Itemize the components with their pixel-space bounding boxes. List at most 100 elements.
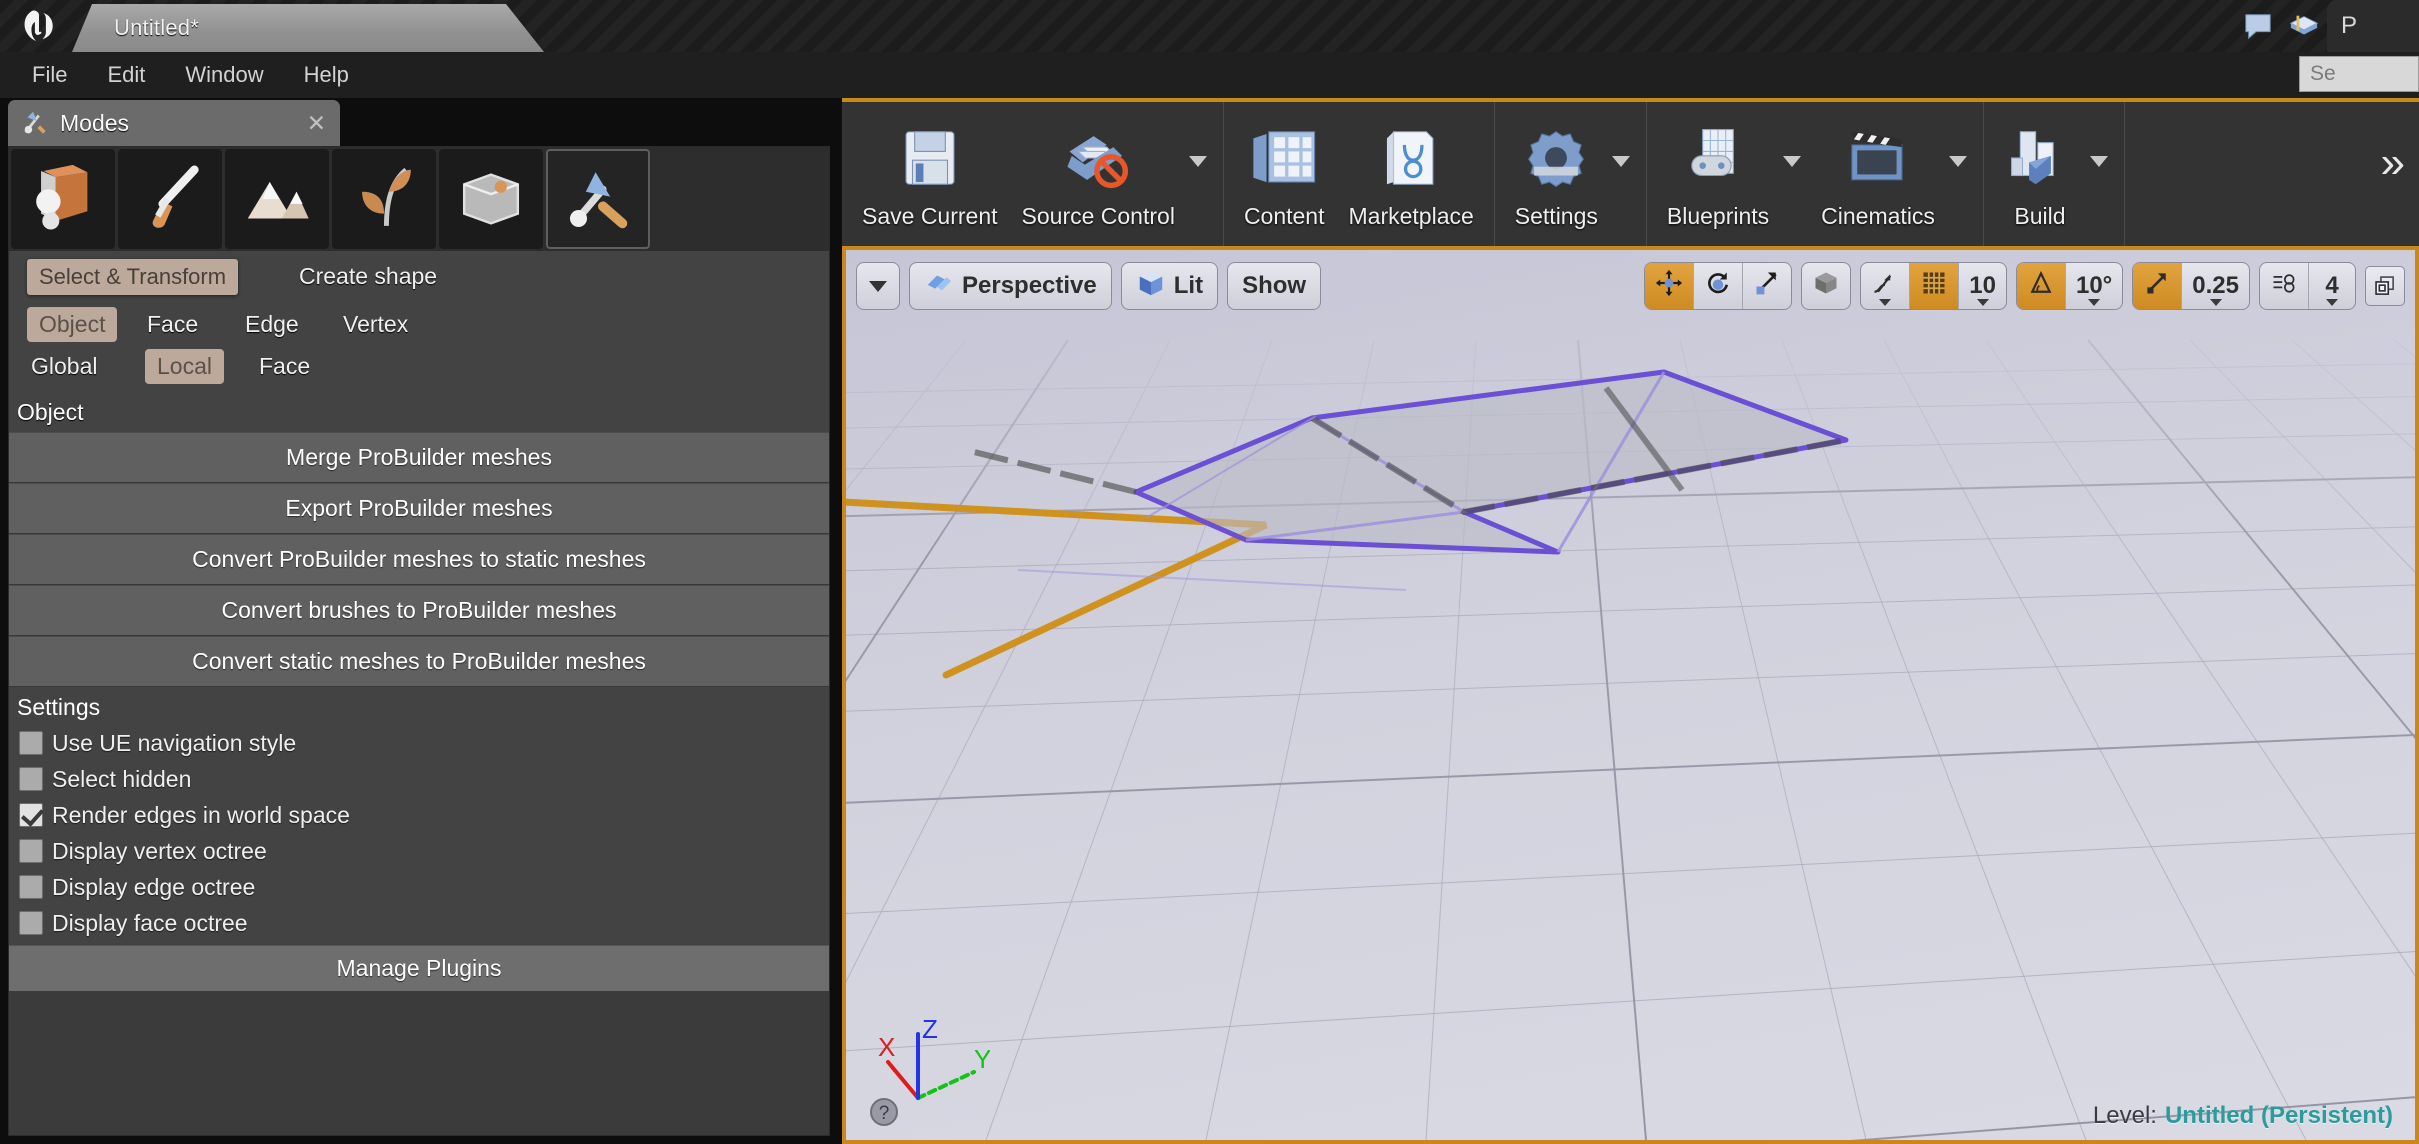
corner-tab[interactable]: P [2327, 0, 2419, 52]
camera-speed-caret-icon[interactable] [2326, 299, 2338, 306]
scale-snap-value-label: 0.25 [2192, 272, 2239, 299]
camera-speed-icon-cell[interactable] [2260, 263, 2309, 309]
search-input[interactable]: Se [2299, 56, 2419, 92]
blueprints-label: Blueprints [1666, 202, 1770, 229]
cinematics-button[interactable]: Cinematics [1809, 102, 1947, 246]
handle-mode-global[interactable]: Global [31, 353, 97, 380]
surface-snap-caret-icon[interactable] [1879, 299, 1892, 306]
cinematics-caret-icon[interactable] [1947, 102, 1975, 246]
checkbox-render-edges-in-world-space[interactable] [19, 803, 43, 827]
camera-speed-value[interactable]: 4 [2309, 263, 2355, 309]
source-control-caret-icon[interactable] [1187, 102, 1215, 246]
save-current-label: Save Current [862, 202, 998, 229]
manage-plugins-button[interactable]: Manage Plugins [9, 945, 829, 991]
axis-label-x: X [878, 1032, 895, 1062]
rotate-tool-button[interactable] [1694, 263, 1744, 309]
scale-tool-button[interactable] [1743, 263, 1791, 309]
build-caret-icon[interactable] [2088, 102, 2116, 246]
mode-button-probuilder[interactable] [546, 149, 650, 249]
build-button[interactable]: Build [1992, 102, 2088, 246]
lit-cube-icon [1136, 268, 1174, 305]
handle-mode-local[interactable]: Local [145, 349, 224, 384]
surface-snap-toggle[interactable] [1861, 263, 1911, 309]
toolbar-group-build: Build [1984, 102, 2125, 246]
axis-label-z: Z [922, 1014, 938, 1044]
maximize-viewport-icon[interactable] [2365, 266, 2405, 306]
checkbox-use-ue-navigation-style[interactable] [19, 731, 43, 755]
tutorial-icon[interactable] [2281, 6, 2327, 46]
setting-row[interactable]: Display face octree [9, 905, 829, 941]
source-control-button[interactable]: Source Control [1010, 102, 1187, 246]
checkbox-display-edge-octree[interactable] [19, 875, 43, 899]
rotation-snap-toggle[interactable] [2016, 263, 2066, 309]
panel-empty-area [9, 991, 829, 1135]
clapperboard-icon [1843, 123, 1913, 199]
viewport-options-button[interactable] [856, 262, 900, 310]
element-mode-object[interactable]: Object [27, 307, 118, 342]
mode-button-foliage[interactable] [332, 149, 436, 249]
grid-snap-toggle[interactable] [1910, 263, 1960, 309]
element-mode-face[interactable]: Face [147, 311, 198, 338]
setting-row[interactable]: Render edges in world space [9, 797, 829, 833]
modes-panel-tab[interactable]: Modes ✕ [8, 100, 340, 146]
scale-snap-toggle[interactable] [2133, 263, 2183, 309]
checkbox-select-hidden[interactable] [19, 767, 43, 791]
grid-snap-caret-icon[interactable] [1976, 299, 1989, 306]
merge-probuilder-meshes-button[interactable]: Merge ProBuilder meshes [9, 432, 829, 483]
create-shape-label[interactable]: Create shape [299, 263, 437, 290]
mode-button-landscape[interactable] [225, 149, 329, 249]
gear-icon [1521, 123, 1591, 199]
scale-snap-caret-icon[interactable] [2209, 299, 2222, 306]
mode-button-geometry[interactable] [439, 149, 543, 249]
camera-speed-group: 4 [2259, 262, 2356, 310]
rotation-snap-caret-icon[interactable] [2088, 299, 2101, 306]
menu-file[interactable]: File [14, 58, 85, 92]
settings-caret-icon[interactable] [1610, 102, 1638, 246]
convert-probuilder-to-static-button[interactable]: Convert ProBuilder meshes to static mesh… [9, 534, 829, 585]
level-tab[interactable]: Untitled* [72, 4, 544, 52]
level-viewport[interactable]: Perspective Lit Show 10 10° 0.25 4 X Y Z… [842, 246, 2419, 1144]
blueprints-button[interactable]: Blueprints [1655, 102, 1781, 246]
rotate-gizmo-icon [1704, 269, 1732, 304]
handle-mode-face[interactable]: Face [259, 353, 310, 380]
setting-row[interactable]: Select hidden [9, 761, 829, 797]
grid-snap-value[interactable]: 10 [1959, 263, 2006, 309]
setting-row[interactable]: Use UE navigation style [9, 725, 829, 761]
element-mode-edge[interactable]: Edge [245, 311, 299, 338]
element-mode-vertex[interactable]: Vertex [343, 311, 408, 338]
scale-snap-value[interactable]: 0.25 [2182, 263, 2249, 309]
snap-group: 10 [1860, 262, 2007, 310]
feedback-icon[interactable] [2235, 6, 2281, 46]
help-icon[interactable]: ? [868, 1096, 900, 1128]
checkbox-display-vertex-octree[interactable] [19, 839, 43, 863]
setting-row[interactable]: Display vertex octree [9, 833, 829, 869]
settings-button[interactable]: Settings [1503, 102, 1610, 246]
setting-row[interactable]: Display edge octree [9, 869, 829, 905]
menu-window[interactable]: Window [167, 58, 281, 92]
rotation-snap-value[interactable]: 10° [2066, 263, 2122, 309]
mode-strip-filler [653, 149, 827, 251]
content-button[interactable]: Content [1232, 102, 1337, 246]
save-current-button[interactable]: Save Current [850, 102, 1010, 246]
main-toolbar: Save Current Source Control Content Mark… [842, 98, 2419, 246]
mode-button-paint[interactable] [118, 149, 222, 249]
double-chevron-right-icon[interactable]: » [2381, 102, 2419, 246]
viewport-toolbar: Perspective Lit Show 10 10° 0.25 4 [846, 250, 2415, 322]
lighting-mode-button[interactable]: Lit [1120, 262, 1219, 310]
mode-button-place[interactable] [11, 149, 115, 249]
view-mode-label: Perspective [962, 272, 1097, 299]
menu-edit[interactable]: Edit [89, 58, 163, 92]
close-icon[interactable]: ✕ [307, 110, 326, 137]
content-label: Content [1243, 202, 1325, 229]
marketplace-button[interactable]: Marketplace [1337, 102, 1486, 246]
checkbox-display-face-octree[interactable] [19, 911, 43, 935]
translate-tool-button[interactable] [1645, 263, 1695, 309]
world-coords-toggle[interactable] [1802, 263, 1850, 309]
show-menu-button[interactable]: Show [1227, 262, 1322, 310]
convert-static-to-probuilder-button[interactable]: Convert static meshes to ProBuilder mesh… [9, 636, 829, 687]
menu-help[interactable]: Help [286, 58, 367, 92]
export-probuilder-meshes-button[interactable]: Export ProBuilder meshes [9, 483, 829, 534]
blueprints-caret-icon[interactable] [1781, 102, 1809, 246]
convert-brushes-to-probuilder-button[interactable]: Convert brushes to ProBuilder meshes [9, 585, 829, 636]
view-mode-button[interactable]: Perspective [909, 262, 1112, 310]
